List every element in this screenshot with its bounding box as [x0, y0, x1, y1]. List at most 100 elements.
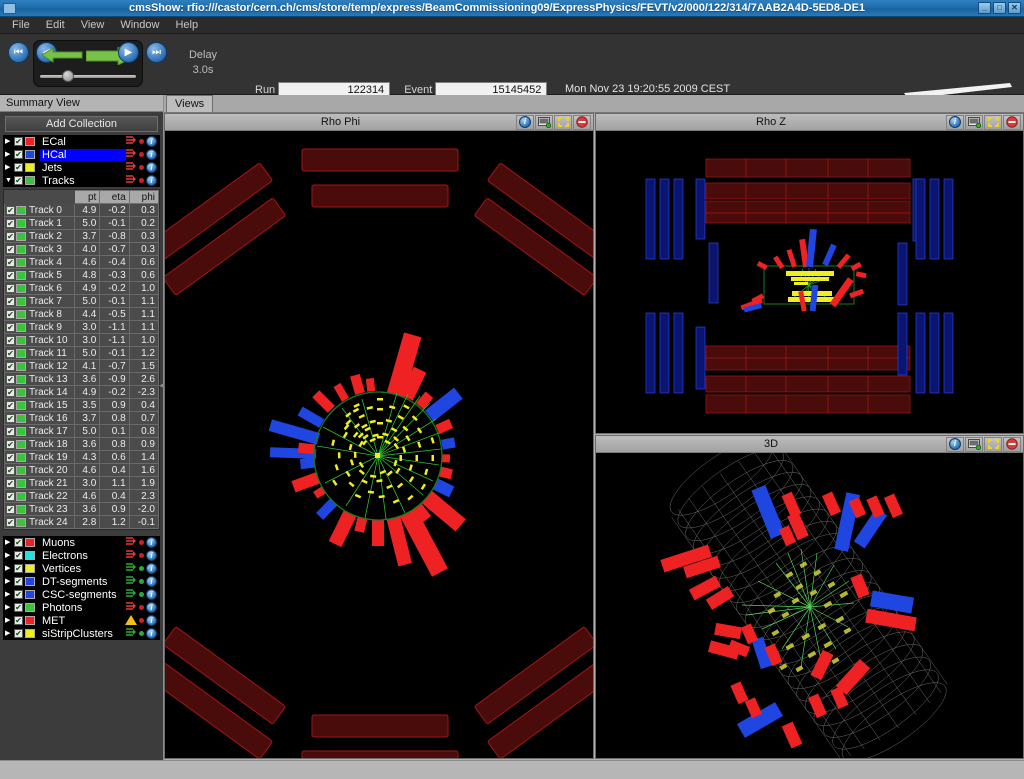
status-dot-icon[interactable] — [139, 540, 144, 545]
track-color-swatch[interactable] — [16, 505, 26, 514]
status-dot-icon[interactable] — [139, 631, 144, 636]
collection-color-swatch[interactable] — [25, 590, 35, 599]
track-color-swatch[interactable] — [16, 479, 26, 488]
table-row[interactable]: ✔Track 23.7-0.80.3 — [5, 230, 159, 243]
minimize-button[interactable]: _ — [978, 2, 991, 14]
track-color-swatch[interactable] — [16, 375, 26, 384]
track-visibility-checkbox[interactable]: ✔ — [6, 453, 15, 462]
track-color-swatch[interactable] — [16, 518, 26, 527]
status-dot-icon[interactable] — [139, 566, 144, 571]
status-dot-icon[interactable] — [139, 592, 144, 597]
add-collection-button[interactable]: Add Collection — [5, 116, 158, 132]
track-color-swatch[interactable] — [16, 310, 26, 319]
collection-color-swatch[interactable] — [25, 603, 35, 612]
track-color-swatch[interactable] — [16, 453, 26, 462]
collection-visibility-checkbox[interactable]: ✔ — [14, 603, 23, 612]
table-row[interactable]: ✔Track 04.9-0.20.3 — [5, 204, 159, 217]
track-visibility-checkbox[interactable]: ✔ — [6, 323, 15, 332]
track-name-cell[interactable]: ✔Track 11 — [5, 347, 75, 360]
track-visibility-checkbox[interactable]: ✔ — [6, 401, 15, 410]
expand-triangle-icon[interactable]: ▶ — [5, 614, 14, 627]
status-dot-icon[interactable] — [139, 605, 144, 610]
collection-visibility-checkbox[interactable]: ✔ — [14, 137, 23, 146]
expand-icon[interactable] — [984, 437, 1002, 452]
next-event-button[interactable]: ▶ — [118, 42, 139, 63]
table-row[interactable]: ✔Track 124.1-0.71.5 — [5, 360, 159, 373]
table-row[interactable]: ✔Track 194.30.61.4 — [5, 451, 159, 464]
track-column-header[interactable]: phi — [129, 191, 158, 204]
menu-item-help[interactable]: Help — [167, 18, 206, 32]
track-name-cell[interactable]: ✔Track 12 — [5, 360, 75, 373]
collection-color-swatch[interactable] — [25, 137, 35, 146]
table-row[interactable]: ✔Track 34.0-0.70.3 — [5, 243, 159, 256]
first-event-button[interactable]: ⏮ — [8, 42, 29, 63]
status-dot-icon[interactable] — [139, 139, 144, 144]
table-row[interactable]: ✔Track 103.0-1.11.0 — [5, 334, 159, 347]
close-icon[interactable] — [1003, 437, 1021, 452]
collection-visibility-checkbox[interactable]: ✔ — [14, 150, 23, 159]
collection-visibility-checkbox[interactable]: ✔ — [14, 590, 23, 599]
expand-triangle-icon[interactable]: ▶ — [5, 161, 14, 174]
table-row[interactable]: ✔Track 163.70.80.7 — [5, 412, 159, 425]
last-event-button[interactable]: ⏭ — [146, 42, 167, 63]
track-name-cell[interactable]: ✔Track 19 — [5, 451, 75, 464]
info-icon[interactable]: i — [146, 175, 157, 186]
track-name-cell[interactable]: ✔Track 22 — [5, 490, 75, 503]
table-row[interactable]: ✔Track 233.60.9-2.0 — [5, 503, 159, 516]
table-row[interactable]: ✔Track 133.6-0.92.6 — [5, 373, 159, 386]
track-visibility-checkbox[interactable]: ✔ — [6, 219, 15, 228]
collection-visibility-checkbox[interactable]: ✔ — [14, 564, 23, 573]
table-row[interactable]: ✔Track 183.60.80.9 — [5, 438, 159, 451]
collapse-triangle-icon[interactable]: ▼ — [5, 174, 14, 187]
info-icon[interactable]: i — [516, 115, 534, 130]
track-name-cell[interactable]: ✔Track 7 — [5, 295, 75, 308]
track-color-swatch[interactable] — [16, 323, 26, 332]
table-row[interactable]: ✔Track 144.9-0.2-2.3 — [5, 386, 159, 399]
track-color-swatch[interactable] — [16, 284, 26, 293]
track-visibility-checkbox[interactable]: ✔ — [6, 414, 15, 423]
status-dot-icon[interactable] — [139, 553, 144, 558]
menu-item-view[interactable]: View — [73, 18, 113, 32]
status-dot-icon[interactable] — [139, 618, 144, 623]
menu-item-window[interactable]: Window — [112, 18, 167, 32]
track-color-swatch[interactable] — [16, 297, 26, 306]
track-visibility-checkbox[interactable]: ✔ — [6, 375, 15, 384]
track-name-cell[interactable]: ✔Track 3 — [5, 243, 75, 256]
table-row[interactable]: ✔Track 15.0-0.10.2 — [5, 217, 159, 230]
collection-color-swatch[interactable] — [25, 163, 35, 172]
track-color-swatch[interactable] — [16, 271, 26, 280]
status-dot-icon[interactable] — [139, 178, 144, 183]
panel-rho-phi-canvas[interactable] — [165, 131, 593, 758]
collection-visibility-checkbox[interactable]: ✔ — [14, 551, 23, 560]
track-name-cell[interactable]: ✔Track 16 — [5, 412, 75, 425]
track-color-swatch[interactable] — [16, 440, 26, 449]
track-visibility-checkbox[interactable]: ✔ — [6, 440, 15, 449]
table-row[interactable]: ✔Track 54.8-0.30.6 — [5, 269, 159, 282]
collection-row-sistripclusters[interactable]: ▶✔siStripClustersi — [3, 627, 160, 640]
table-row[interactable]: ✔Track 204.60.41.6 — [5, 464, 159, 477]
table-row[interactable]: ✔Track 224.60.42.3 — [5, 490, 159, 503]
collection-color-swatch[interactable] — [25, 577, 35, 586]
info-icon[interactable]: i — [946, 437, 964, 452]
track-color-swatch[interactable] — [16, 388, 26, 397]
track-visibility-checkbox[interactable]: ✔ — [6, 297, 15, 306]
track-visibility-checkbox[interactable]: ✔ — [6, 206, 15, 215]
track-color-swatch[interactable] — [16, 414, 26, 423]
track-visibility-checkbox[interactable]: ✔ — [6, 336, 15, 345]
left-arrow-icon[interactable] — [42, 47, 84, 63]
track-color-swatch[interactable] — [16, 349, 26, 358]
track-visibility-checkbox[interactable]: ✔ — [6, 349, 15, 358]
track-visibility-checkbox[interactable]: ✔ — [6, 271, 15, 280]
delay-slider-handle[interactable] — [62, 70, 74, 82]
track-color-swatch[interactable] — [16, 245, 26, 254]
track-color-swatch[interactable] — [16, 401, 26, 410]
close-button[interactable]: ✕ — [1008, 2, 1021, 14]
track-name-cell[interactable]: ✔Track 6 — [5, 282, 75, 295]
track-name-cell[interactable]: ✔Track 1 — [5, 217, 75, 230]
expand-triangle-icon[interactable]: ▶ — [5, 627, 14, 640]
track-visibility-checkbox[interactable]: ✔ — [6, 505, 15, 514]
track-visibility-checkbox[interactable]: ✔ — [6, 518, 15, 527]
table-row[interactable]: ✔Track 75.0-0.11.1 — [5, 295, 159, 308]
expand-triangle-icon[interactable]: ▶ — [5, 135, 14, 148]
track-visibility-checkbox[interactable]: ✔ — [6, 232, 15, 241]
